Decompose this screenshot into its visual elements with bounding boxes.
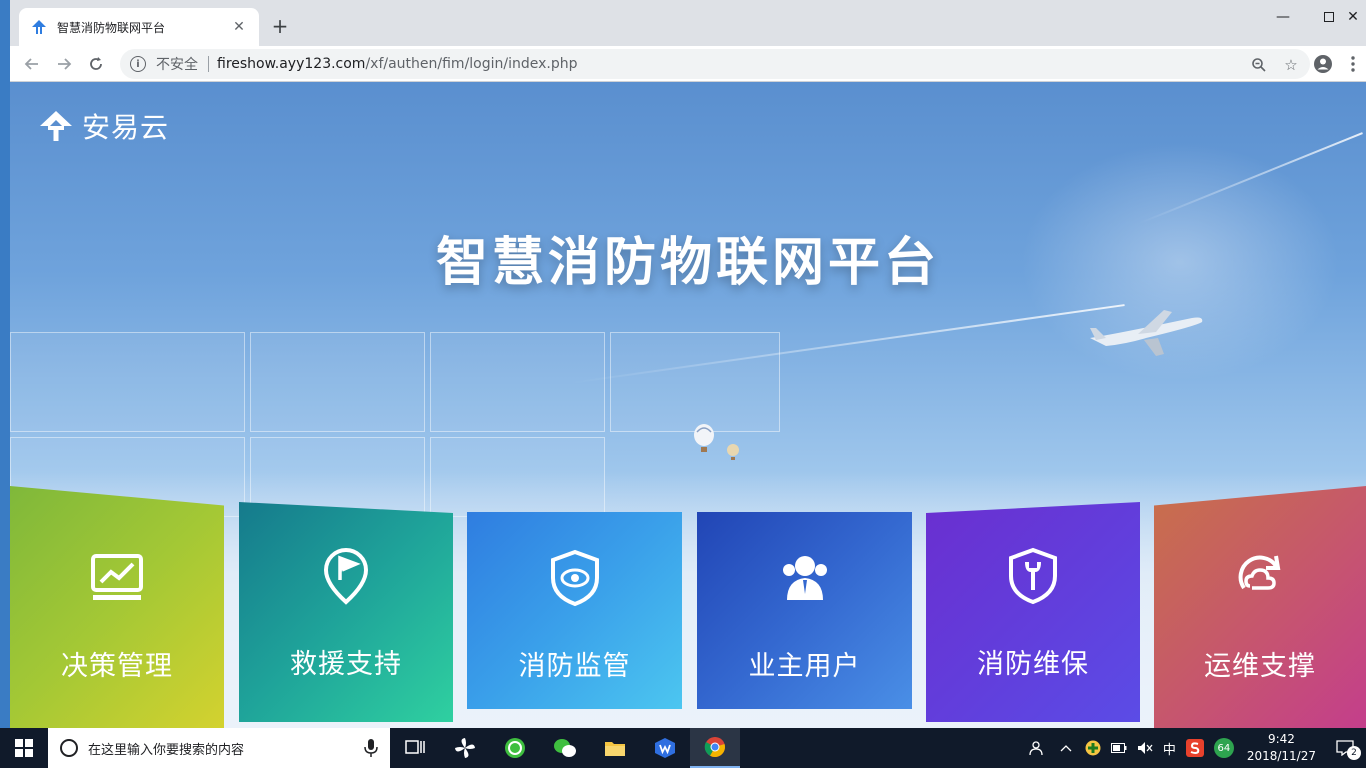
glass-panel	[10, 332, 245, 432]
card-fire-supervision[interactable]: 消防监管	[467, 512, 682, 709]
glass-panel	[250, 332, 425, 432]
page-title: 智慧消防物联网平台	[435, 233, 940, 293]
glass-panel	[430, 332, 605, 432]
clock-date: 2018/11/27	[1246, 749, 1316, 763]
wechat-icon[interactable]	[540, 728, 590, 768]
card-label: 消防维保	[977, 649, 1089, 680]
reload-icon[interactable]	[84, 52, 108, 76]
address-separator	[208, 56, 209, 72]
users-icon	[782, 556, 827, 600]
card-label: 运维支撑	[1204, 651, 1316, 682]
card-decision-management[interactable]: 决策管理	[10, 486, 224, 728]
clock[interactable]: 9:42 2018/11/27	[1239, 731, 1324, 765]
brand-logo: 安易云	[38, 106, 169, 146]
brand-logo-icon	[40, 111, 72, 141]
cloud-refresh-icon	[1238, 555, 1281, 590]
file-explorer-icon[interactable]	[590, 728, 640, 768]
status-badge[interactable]: 64	[1209, 728, 1239, 768]
browser-tab[interactable]: 智慧消防物联网平台 ✕	[19, 8, 259, 46]
window-close-icon[interactable]: ✕	[1330, 0, 1366, 34]
zoom-icon[interactable]	[1248, 54, 1270, 76]
clock-time: 9:42	[1267, 732, 1295, 746]
menu-icon[interactable]	[1342, 53, 1364, 75]
badge-count: 64	[1213, 738, 1234, 758]
card-label: 消防监管	[518, 651, 631, 682]
shield-wrench-icon	[1009, 547, 1057, 605]
notification-center-icon[interactable]: 2	[1324, 728, 1366, 768]
people-icon[interactable]	[1024, 728, 1052, 768]
brand-name: 安易云	[82, 111, 170, 144]
security-app-icon[interactable]	[1080, 728, 1106, 768]
show-hidden-icons-icon[interactable]	[1052, 728, 1080, 768]
ime-indicator[interactable]: 中	[1158, 728, 1181, 768]
windows-start-icon[interactable]	[0, 728, 48, 768]
battery-icon[interactable]	[1106, 728, 1132, 768]
cortana-icon	[60, 739, 78, 757]
new-tab-button[interactable]: +	[268, 14, 292, 38]
card-ops-support[interactable]: 运维支撑	[1154, 486, 1366, 728]
url-host: fireshow.ayy123.com	[217, 56, 366, 72]
profile-icon[interactable]	[1312, 53, 1334, 75]
hot-air-balloon-icon	[727, 444, 739, 460]
forward-icon[interactable]	[52, 52, 76, 76]
wps-office-icon[interactable]	[640, 728, 690, 768]
flag-pin-icon	[323, 547, 369, 605]
card-label: 决策管理	[61, 651, 173, 682]
taskbar-search[interactable]: 在这里输入你要搜索的内容	[48, 728, 390, 768]
tab-title: 智慧消防物联网平台	[57, 20, 166, 35]
address-bar[interactable]: i 不安全 fireshow.ayy123.com /xf/authen/fim…	[120, 49, 1310, 79]
hot-air-balloon-icon	[694, 424, 714, 452]
notification-count: 2	[1347, 746, 1361, 760]
chart-monitor-icon	[91, 554, 143, 600]
card-label: 救援支持	[290, 649, 402, 680]
card-rescue-support[interactable]: 救援支持	[239, 502, 453, 722]
desktop-edge	[0, 0, 10, 728]
minimize-icon[interactable]: —	[1260, 0, 1306, 34]
volume-muted-icon[interactable]	[1132, 728, 1158, 768]
airplane-icon	[1090, 310, 1203, 356]
card-fire-maintenance[interactable]: 消防维保	[926, 502, 1140, 722]
tab-close-icon[interactable]: ✕	[231, 19, 247, 35]
security-label: 不安全	[156, 57, 198, 73]
glass-panel	[610, 332, 780, 432]
card-owner-users[interactable]: 业主用户	[697, 512, 912, 709]
info-icon[interactable]: i	[130, 56, 146, 72]
sogou-input-icon[interactable]	[1181, 728, 1209, 768]
back-icon[interactable]	[20, 52, 44, 76]
browser-toolbar: i 不安全 fireshow.ayy123.com /xf/authen/fim…	[10, 46, 1366, 82]
bookmark-star-icon[interactable]: ☆	[1280, 54, 1302, 76]
taskbar: 在这里输入你要搜索的内容 中 64 9:42 2018/11/27 2	[0, 728, 1366, 768]
page-viewport: 安易云 智慧消防物联网平台 决策管理 救援支持 消防监管 业主用户 消防维保 运…	[10, 82, 1366, 728]
browser-360-icon[interactable]	[490, 728, 540, 768]
pinwheel-app-icon[interactable]	[440, 728, 490, 768]
shield-eye-icon	[550, 549, 599, 607]
chrome-icon[interactable]	[690, 728, 740, 768]
search-placeholder: 在这里输入你要搜索的内容	[88, 742, 245, 758]
task-view-icon[interactable]	[390, 728, 440, 768]
system-tray: 中 64 9:42 2018/11/27 2	[1024, 728, 1366, 768]
url-path: /xf/authen/fim/login/index.php	[365, 56, 578, 72]
site-favicon-icon	[32, 20, 46, 34]
card-label: 业主用户	[748, 651, 861, 682]
tab-strip: 智慧消防物联网平台 ✕ + — ✕	[10, 0, 1366, 46]
microphone-icon[interactable]	[364, 739, 378, 757]
